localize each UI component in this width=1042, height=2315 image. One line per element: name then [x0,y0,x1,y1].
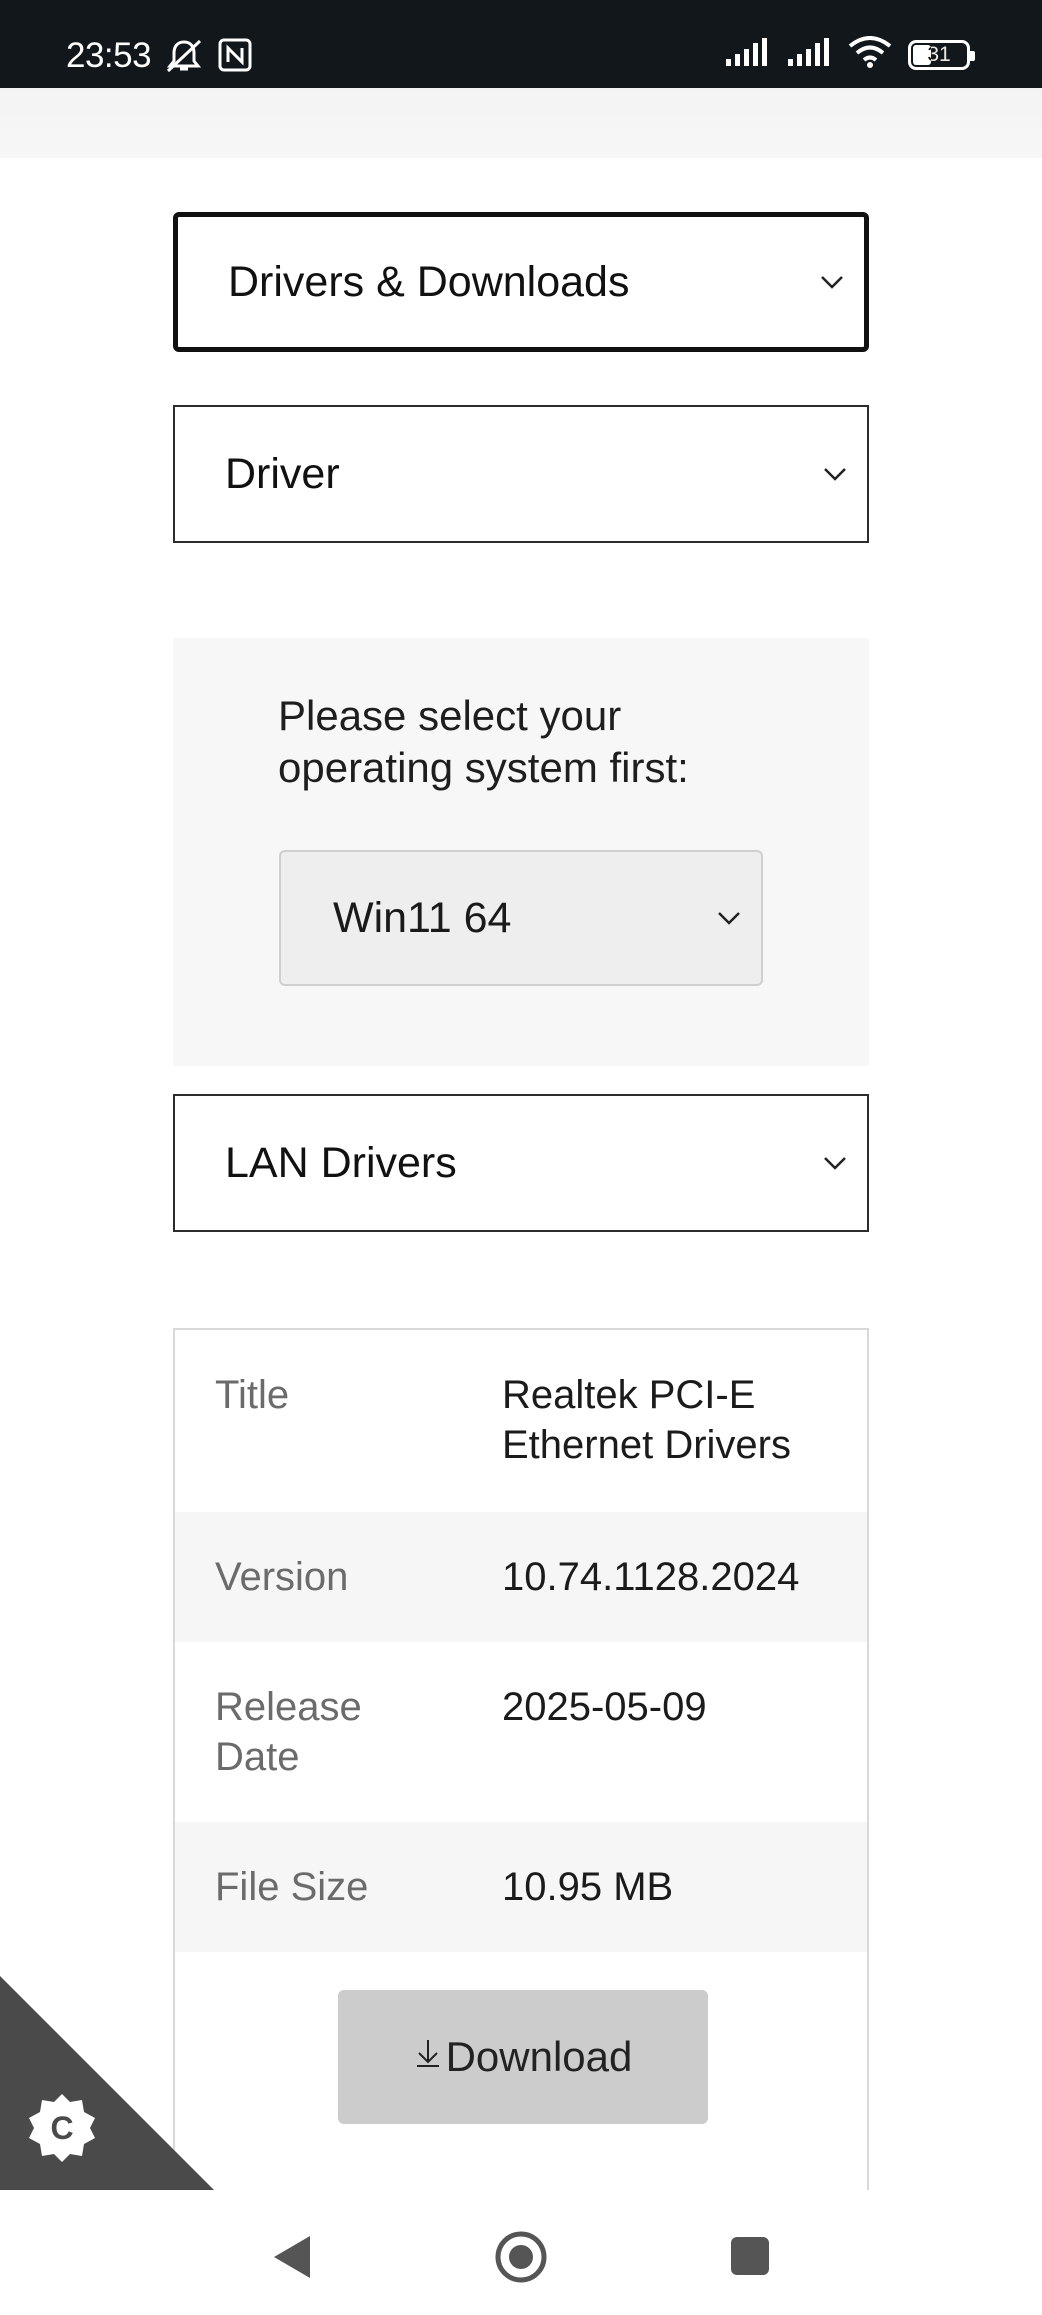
detail-key: Title [215,1373,290,1417]
detail-row-title: Title Realtek PCI-E Ethernet Drivers [175,1330,867,1512]
battery-icon: 31 [908,39,975,70]
chevron-down-icon [821,276,843,289]
back-icon[interactable] [270,2234,312,2285]
detail-key: File Size [215,1865,369,1909]
category-select-value: Drivers & Downloads [228,257,630,306]
download-label: Download [445,2033,633,2080]
mute-icon [164,38,204,79]
os-select[interactable]: Win11 64 [279,850,763,986]
home-icon[interactable] [494,2230,548,2289]
detail-row-version: Version 10.74.1128.2024 [175,1512,867,1642]
status-right-icons: 31 [724,36,975,73]
wifi-icon [848,36,892,73]
status-time: 23:53 [66,36,152,75]
download-button[interactable]: Download [338,1990,708,2124]
status-left-icons [164,38,252,79]
download-arrow-icon [414,2038,442,2077]
detail-value: Realtek PCI-E Ethernet Drivers [502,1373,791,1467]
chevron-down-icon [718,912,740,925]
page-header-band [0,88,1042,158]
chevron-down-icon [824,1157,846,1170]
detail-value: 10.95 MB [502,1865,674,1909]
detail-row-file-size: File Size 10.95 MB [175,1822,867,1952]
detail-value: 2025-05-09 [502,1685,707,1729]
os-selection-panel: Please select your operating system firs… [173,638,869,1066]
nfc-icon [218,38,252,79]
cookie-badge-letter: C [50,2110,73,2146]
status-bar: 23:53 31 [0,0,1042,88]
detail-value: 10.74.1128.2024 [502,1555,800,1599]
type-select-value: Driver [225,449,340,498]
driver-group-select-value: LAN Drivers [225,1138,457,1187]
navigation-bar [0,2190,1042,2315]
signal-icon [724,37,770,72]
detail-key: Version [215,1555,349,1599]
detail-key: Release Date [215,1685,362,1779]
battery-level: 31 [927,42,951,66]
driver-group-select[interactable]: LAN Drivers [173,1094,869,1232]
os-select-value: Win11 64 [333,893,512,942]
os-prompt: Please select your operating system firs… [278,692,689,791]
recents-icon[interactable] [730,2236,770,2281]
detail-row-release-date: Release Date 2025-05-09 [175,1642,867,1822]
type-select[interactable]: Driver [173,405,869,543]
chevron-down-icon [824,468,846,481]
signal-icon [786,37,832,72]
driver-details-card: Title Realtek PCI-E Ethernet Drivers Ver… [173,1328,869,2228]
cookie-settings-badge[interactable]: C [0,1976,214,2190]
category-select[interactable]: Drivers & Downloads [173,212,869,352]
